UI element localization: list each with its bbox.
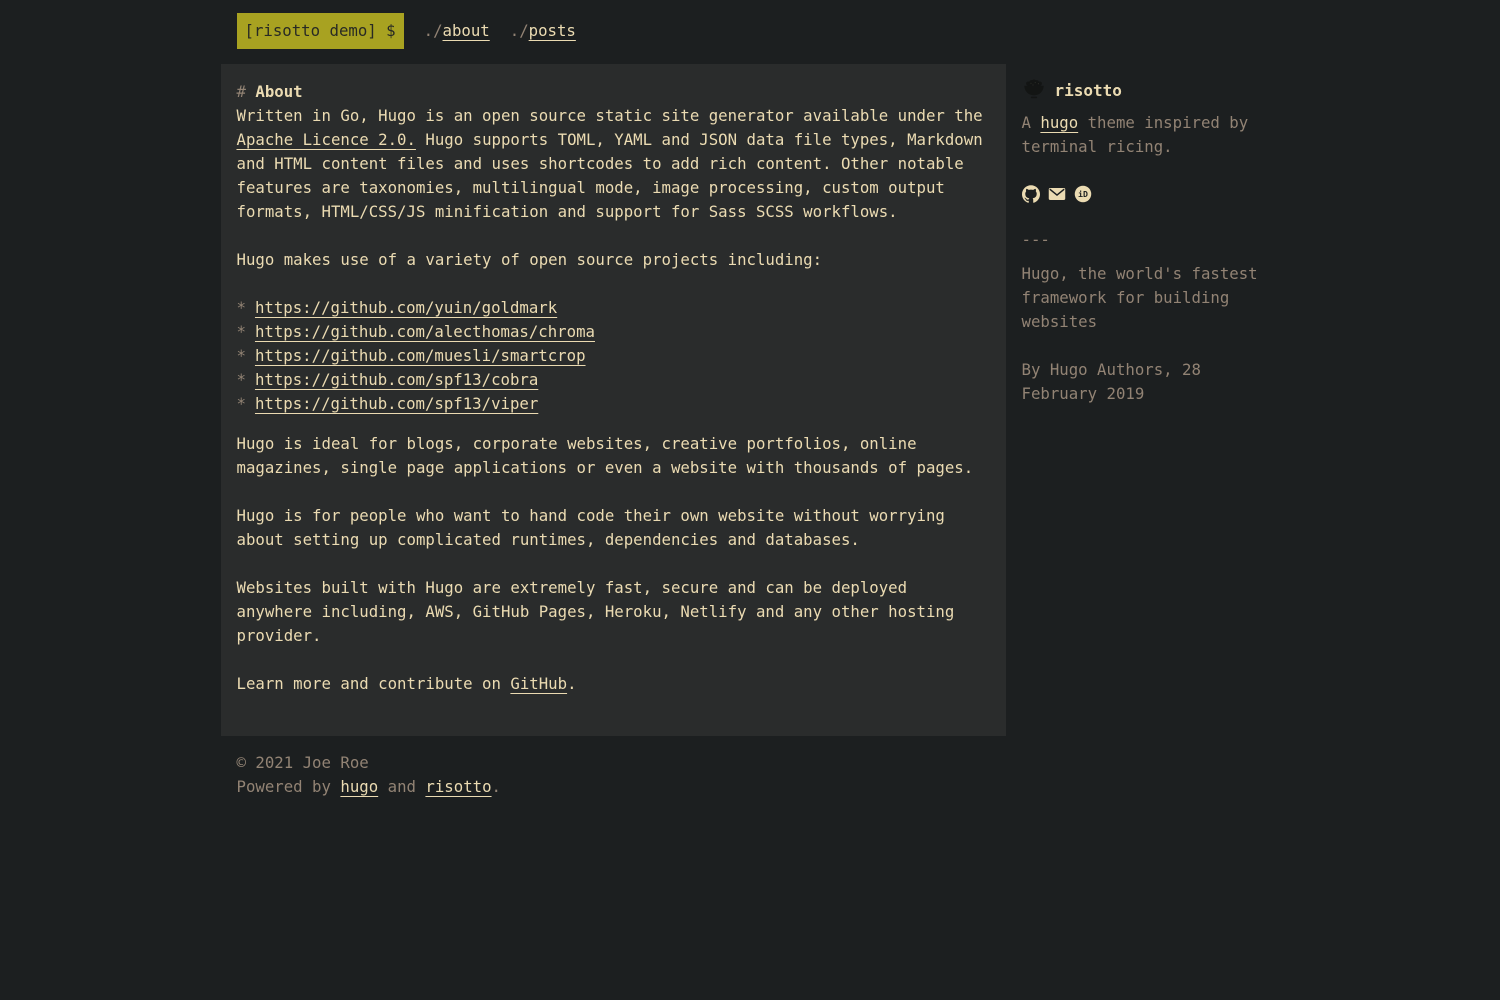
paragraph-use-cases: Hugo is ideal for blogs, corporate websi… (237, 432, 990, 480)
hugo-footer-link[interactable]: hugo (340, 777, 378, 796)
page-footer: © 2021 Joe Roe Powered by hugo and risot… (221, 751, 1280, 799)
nav-item-label: posts (529, 21, 576, 40)
project-list-item: * https://github.com/spf13/viper (237, 392, 990, 416)
project-link[interactable]: https://github.com/muesli/smartcrop (255, 346, 586, 365)
text-segment: . (492, 777, 501, 796)
paragraph-audience: Hugo is for people who want to hand code… (237, 504, 990, 552)
text-segment: and (378, 777, 425, 796)
github-icon (1022, 185, 1040, 210)
project-list-item: * https://github.com/spf13/cobra (237, 368, 990, 392)
paragraph-projects-lead: Hugo makes use of a variety of open sour… (237, 248, 990, 272)
project-link[interactable]: https://github.com/spf13/viper (255, 394, 538, 413)
sidebar-title-row: risotto (1022, 79, 1280, 103)
footer-powered-by: Powered by hugo and risotto. (237, 775, 1264, 799)
orcid-link[interactable]: iD (1074, 185, 1092, 210)
hugo-theme-link[interactable]: hugo (1040, 113, 1078, 132)
sidebar-description: Hugo, the world's fastest framework for … (1022, 262, 1280, 334)
text-segment: A (1022, 113, 1041, 132)
email-icon (1048, 185, 1066, 210)
github-link[interactable] (1022, 185, 1040, 210)
nav-item-posts[interactable]: ./posts (510, 19, 576, 43)
site-logo-badge[interactable]: [risotto demo] $ (237, 13, 404, 49)
text-segment: Written in Go, Hugo is an open source st… (237, 106, 983, 125)
text-segment: Powered by (237, 777, 341, 796)
list-bullet: * (237, 370, 246, 389)
sidebar-byline: By Hugo Authors, 28 February 2019 (1022, 358, 1280, 406)
text-segment: . (567, 674, 576, 693)
nav-prefix: ./ (424, 21, 443, 40)
email-link[interactable] (1048, 185, 1066, 210)
text-segment: Learn more and contribute on (237, 674, 511, 693)
heading-text: About (255, 82, 302, 101)
risotto-footer-link[interactable]: risotto (425, 777, 491, 796)
paragraph-deployment: Websites built with Hugo are extremely f… (237, 576, 990, 648)
page: [risotto demo] $ ./about ./posts # About… (221, 0, 1280, 799)
list-bullet: * (237, 298, 246, 317)
list-bullet: * (237, 346, 246, 365)
project-list: * https://github.com/yuin/goldmark * https:… (237, 296, 990, 416)
nav-item-about[interactable]: ./about (424, 19, 490, 43)
sidebar: risotto A hugo theme inspired by termina… (1022, 64, 1280, 406)
apache-licence-link[interactable]: Apache Licence 2.0. (237, 130, 416, 149)
sidebar-divider: --- (1022, 228, 1280, 252)
paragraph-outro: Learn more and contribute on GitHub. (237, 672, 990, 696)
github-contribute-link[interactable]: GitHub (510, 674, 567, 693)
project-list-item: * https://github.com/alecthomas/chroma (237, 320, 990, 344)
sidebar-title: risotto (1055, 79, 1122, 103)
social-links: iD (1022, 185, 1280, 210)
heading-hash: # (237, 82, 246, 101)
list-bullet: * (237, 322, 246, 341)
svg-text:iD: iD (1078, 189, 1088, 199)
project-link[interactable]: https://github.com/alecthomas/chroma (255, 322, 595, 341)
footer-copyright: © 2021 Joe Roe (237, 751, 1264, 775)
project-link[interactable]: https://github.com/yuin/goldmark (255, 298, 557, 317)
top-nav: [risotto demo] $ ./about ./posts (221, 13, 1280, 49)
rice-bowl-icon (1022, 76, 1046, 107)
nav-item-label: about (443, 21, 490, 40)
page-title: # About (237, 80, 990, 104)
paragraph-intro: Written in Go, Hugo is an open source st… (237, 104, 990, 224)
project-link[interactable]: https://github.com/spf13/cobra (255, 370, 538, 389)
list-bullet: * (237, 394, 246, 413)
nav-prefix: ./ (510, 21, 529, 40)
project-list-item: * https://github.com/yuin/goldmark (237, 296, 990, 320)
project-list-item: * https://github.com/muesli/smartcrop (237, 344, 990, 368)
orcid-icon: iD (1074, 185, 1092, 210)
content-card: # About Written in Go, Hugo is an open s… (221, 64, 1006, 736)
sidebar-tagline: A hugo theme inspired by terminal ricing… (1022, 111, 1280, 159)
